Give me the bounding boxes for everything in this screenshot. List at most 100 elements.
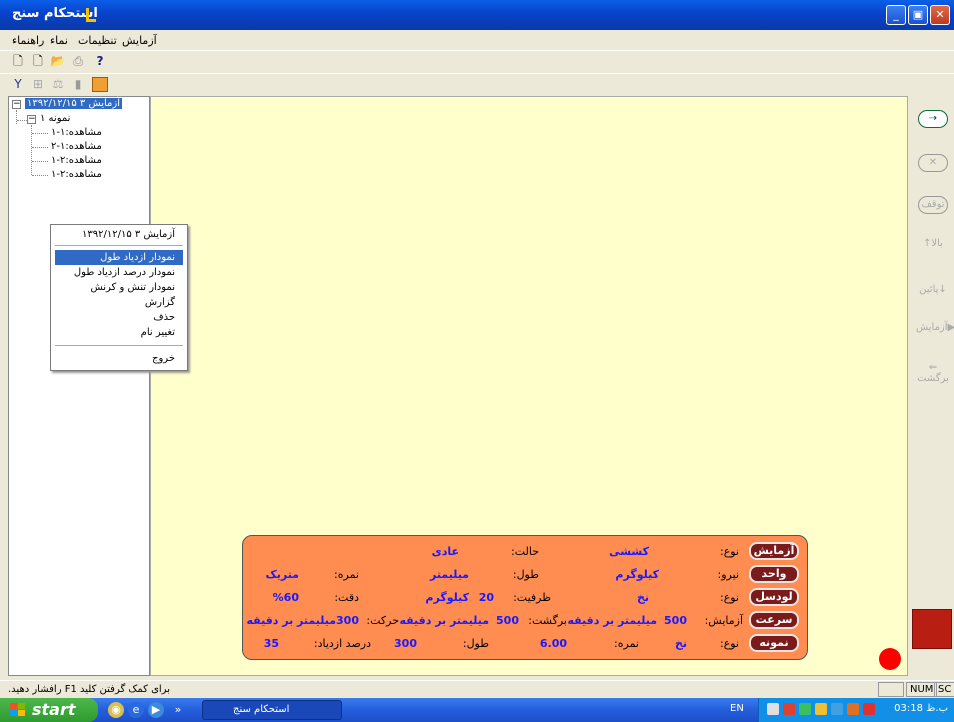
restore-button[interactable]: ▣ (908, 5, 928, 25)
copy-icon[interactable]: 🗋 (30, 54, 46, 69)
test-label: آزمایش (916, 322, 948, 333)
menu-separator (55, 245, 183, 246)
ruler-icon[interactable] (92, 77, 108, 92)
value-return-speed-unit: میلیمتر بر دقیقه (399, 614, 489, 627)
system-tray: 03:18 ب.ظ (758, 698, 954, 722)
label-force: نیرو: (717, 568, 739, 581)
update-icon[interactable] (815, 703, 827, 715)
language-indicator[interactable]: EN (730, 703, 744, 714)
status-bar: برای کمک گرفتن کلید F1 رافشار دهید. NUM … (0, 680, 954, 698)
open-folder-icon[interactable]: 📂 (50, 54, 66, 69)
stop-button[interactable]: توقف (916, 196, 950, 222)
menu-delete[interactable]: حذف (55, 310, 183, 325)
status-num: NUM (906, 682, 938, 697)
chip-sample: نمونه (749, 634, 799, 652)
menu-rename[interactable]: تغییر نام (55, 325, 183, 340)
menu-exit[interactable]: خروج (55, 351, 183, 366)
context-menu: آزمایش ۳ ۱۳۹۲/۱۲/۱۵ نمودار ازدیاد طول نم… (50, 224, 188, 371)
menu-elongation-chart[interactable]: نمودار ازدیاد طول (55, 250, 183, 265)
alert-icon[interactable] (847, 703, 859, 715)
menu-test[interactable]: آزمایش (122, 34, 157, 47)
speaker-icon[interactable] (767, 703, 779, 715)
chip-loadcell: لودسل (749, 588, 799, 606)
down-button[interactable]: پائین↓ (916, 284, 950, 310)
start-pill: ⇢ (918, 110, 948, 128)
value-return-speed: 500 (496, 614, 519, 627)
tree-root-item[interactable]: آزمایش ۳ ۱۳۹۲/۱۲/۱۵ (25, 98, 123, 109)
expand-toggle-sample[interactable]: − (27, 115, 36, 124)
label-accuracy: دقت: (334, 591, 359, 604)
tree-panel: − آزمایش ۳ ۱۳۹۲/۱۲/۱۵ − نمونه ۱ مشاهده:۱… (8, 96, 150, 676)
balance-icon[interactable]: ⚖ (50, 77, 66, 92)
start-button[interactable]: ⇢ (916, 110, 950, 136)
label-sample-length: طول: (462, 637, 489, 650)
label-state: حالت: (510, 545, 539, 558)
value-test-speed-unit: میلیمتر بر دقیقه (567, 614, 657, 627)
minimize-button[interactable]: _ (886, 5, 906, 25)
menu-settings[interactable]: تنظیمات (78, 34, 117, 47)
chart-icon[interactable]: ▮ (70, 77, 86, 92)
internet-explorer-icon[interactable]: e (128, 702, 144, 718)
close-button[interactable]: ✕ (930, 5, 950, 25)
help-icon[interactable]: ? (92, 54, 108, 69)
network-icon[interactable] (799, 703, 811, 715)
test-info-panel: آزمایش نوع: کششی حالت: عادی واحد نیرو: ک… (242, 535, 808, 660)
back-arrow-icon: ⇐ (928, 362, 938, 373)
expand-toggle-root[interactable]: − (12, 100, 21, 109)
start-label: start (32, 700, 76, 719)
label-elongation: درصد ازدیاد: (313, 637, 371, 650)
tree-observation-item[interactable]: مشاهده:۱-۱ (51, 127, 102, 138)
value-accuracy: %60 (272, 591, 299, 604)
tree-connector (17, 120, 27, 121)
print-icon[interactable]: ⎙ (70, 54, 86, 69)
new-icon[interactable]: 🗋 (10, 54, 26, 69)
tree-connector (32, 175, 48, 176)
company-logo (912, 609, 952, 649)
tree-connector (32, 161, 48, 162)
value-type: کششی (609, 545, 649, 558)
toolbar-file: 🗋 🗋 📂 ⎙ ? (0, 50, 954, 72)
tree-sample-item[interactable]: نمونه ۱ (40, 113, 70, 124)
info-row-unit: واحد نیرو: کیلوگرم طول: میلیمتر نمره: مت… (251, 565, 799, 585)
menu-bar: آزمایش تنظیمات نماء راهنماء (0, 30, 954, 50)
wrench-icon[interactable]: Y (10, 77, 26, 92)
value-test-speed: 500 (664, 614, 687, 627)
label-sample-score: نمره: (614, 637, 639, 650)
menu-report[interactable]: گزارش (55, 295, 183, 310)
disconnect-button[interactable]: ✕ (916, 154, 950, 180)
context-menu-header: آزمایش ۳ ۱۳۹۲/۱۲/۱۵ (81, 229, 175, 240)
menu-separator (55, 345, 183, 346)
tray-app-icon[interactable] (831, 703, 843, 715)
back-button[interactable]: ⇐ برگشت (916, 362, 950, 388)
up-button[interactable]: ↑بالا (916, 238, 950, 264)
status-help-text: برای کمک گرفتن کلید F1 رافشار دهید. (8, 684, 170, 695)
side-toolbar: ⇢ ✕ توقف ↑بالا پائین↓ آزمایش▶ ⇐ برگشت (908, 96, 954, 676)
back-label: برگشت (917, 373, 949, 384)
value-move-speed: 300میلیمتر بر دقیقه (246, 614, 359, 627)
security-icon[interactable] (783, 703, 795, 715)
antivirus-icon[interactable] (863, 703, 875, 715)
label-capacity: ظرفیت: (513, 591, 551, 604)
tree-observation-item[interactable]: مشاهده:۲-۱ (51, 155, 102, 166)
label-move-speed: حرکت: (366, 614, 399, 627)
menu-view[interactable]: نماء (50, 34, 68, 47)
label-sample-type: نوع: (719, 637, 739, 650)
menu-elongation-percent-chart[interactable]: نمودار درصد ازدیاد طول (55, 265, 183, 280)
value-state: عادی (431, 545, 459, 558)
label-score: نمره: (334, 568, 359, 581)
taskbar-app-button[interactable]: استحکام سنج (202, 700, 342, 720)
quick-launch-icon[interactable]: ◉ (108, 702, 124, 718)
info-row-speed: سرعت آزمایش: 500 میلیمتر بر دقیقه برگشت:… (246, 611, 799, 631)
tree-observation-item[interactable]: مشاهده:۲-۱ (51, 169, 102, 180)
media-player-icon[interactable]: ▶ (148, 702, 164, 718)
start-button-taskbar[interactable]: start (0, 698, 98, 722)
menu-help[interactable]: راهنماء (12, 34, 44, 47)
disconnect-pill: ✕ (918, 154, 948, 172)
value-sample-score: 6.00 (539, 637, 567, 650)
tree-observation-item[interactable]: مشاهده:۱-۲ (51, 141, 102, 152)
settings-grid-icon[interactable]: ⊞ (30, 77, 46, 92)
menu-stress-strain-chart[interactable]: نمودار تنش و کرنش (55, 280, 183, 295)
chevron-right-icon[interactable]: » (170, 702, 186, 718)
test-button[interactable]: آزمایش▶ (916, 322, 954, 348)
info-row-test: آزمایش نوع: کششی حالت: عادی (251, 542, 799, 562)
